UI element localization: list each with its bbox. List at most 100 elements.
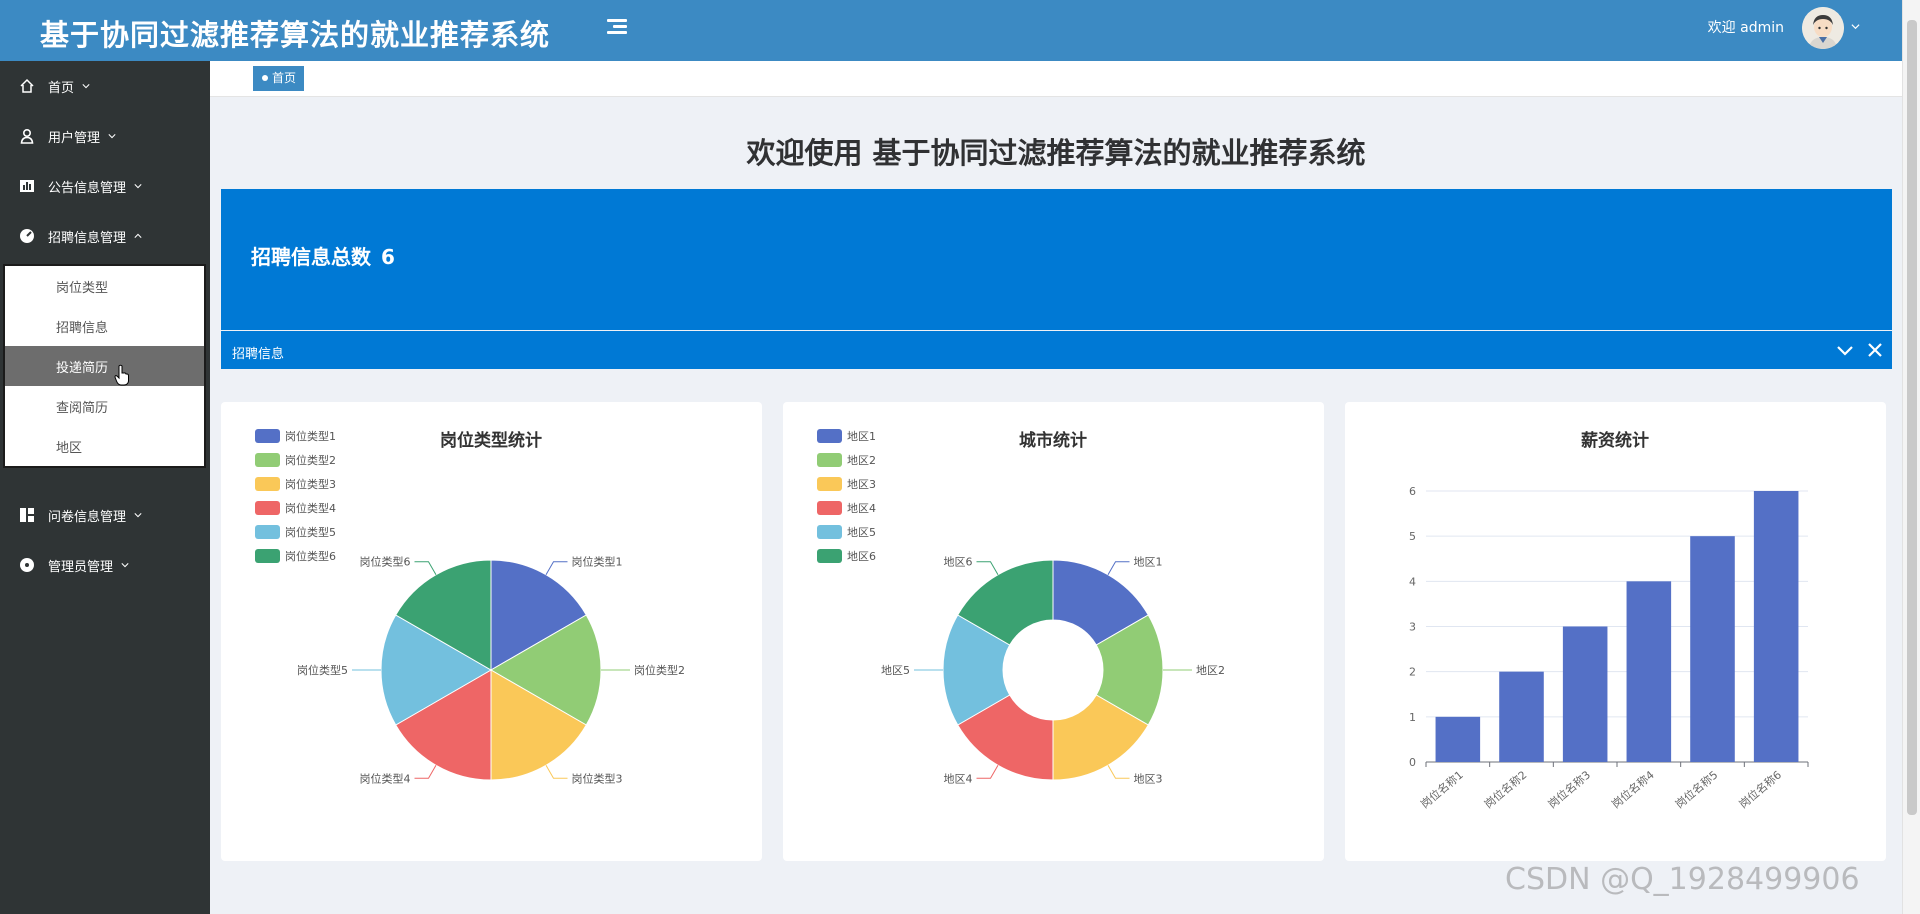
legend-swatch[interactable] bbox=[817, 549, 842, 563]
legend-item[interactable]: 地区5 bbox=[847, 526, 876, 539]
sidebar-item-home[interactable]: 首页 bbox=[0, 61, 210, 111]
sidebar-item-label: 问卷信息管理 bbox=[48, 509, 127, 525]
x-tick-label: 岗位名称3 bbox=[1545, 768, 1593, 812]
submenu-item-region[interactable]: 地区 bbox=[5, 426, 204, 466]
chevron-down-icon bbox=[108, 134, 116, 139]
pie-label: 地区2 bbox=[1196, 664, 1225, 677]
legend-item[interactable]: 地区1 bbox=[847, 430, 876, 443]
chart-card-job-type: 岗位类型统计 岗位类型1 岗位类型2 岗位类型3 岗位类型4 岗位类型5 岗位类型6 岗位类型… bbox=[221, 402, 762, 861]
pie-label-line bbox=[976, 765, 999, 779]
x-tick-label: 岗位名称2 bbox=[1481, 768, 1529, 812]
bar[interactable] bbox=[1753, 491, 1799, 762]
bar[interactable] bbox=[1690, 536, 1735, 762]
legend-item[interactable]: 岗位类型3 bbox=[285, 477, 336, 491]
user-menu-chevron-icon[interactable] bbox=[1851, 22, 1860, 31]
legend-swatch[interactable] bbox=[255, 429, 280, 443]
legend-swatch[interactable] bbox=[817, 453, 842, 467]
stat-footer: 招聘信息 bbox=[221, 331, 1892, 369]
chevron-up-icon bbox=[134, 233, 142, 238]
recruitment-submenu: 岗位类型 招聘信息 投递简历 查阅简历 地区 bbox=[3, 264, 206, 468]
chevron-down-icon bbox=[134, 184, 142, 189]
avatar[interactable] bbox=[1802, 7, 1844, 49]
dashboard-icon bbox=[18, 227, 36, 245]
legend-swatch[interactable] bbox=[255, 453, 280, 467]
sidebar: 首页 用户管理 公告信息管理 招聘信息管理 问卷信息管理 管理员管理 岗位类型 … bbox=[0, 61, 210, 914]
x-tick-label: 岗位名称4 bbox=[1609, 768, 1657, 812]
home-icon bbox=[18, 77, 36, 95]
legend-item[interactable]: 地区4 bbox=[847, 502, 876, 515]
top-header: 基于协同过滤推荐算法的就业推荐系统 欢迎 admin bbox=[0, 0, 1902, 61]
legend-swatch[interactable] bbox=[255, 501, 280, 515]
stat-text: 招聘信息总数 6 bbox=[251, 241, 395, 270]
legend-item[interactable]: 岗位类型2 bbox=[285, 453, 336, 467]
breadcrumb-label: 首页 bbox=[272, 71, 297, 85]
y-tick-label: 5 bbox=[1409, 530, 1416, 543]
chart-city: 城市统计地区1地区2地区3地区4地区5地区6 地区1地区2地区3地区4地区5地区6 bbox=[817, 429, 1225, 785]
sidebar-item-notice-management[interactable]: 公告信息管理 bbox=[0, 161, 210, 211]
vertical-scrollbar[interactable] bbox=[1902, 0, 1920, 914]
pie-label: 地区6 bbox=[944, 556, 973, 569]
legend-swatch[interactable] bbox=[817, 429, 842, 443]
y-tick-label: 4 bbox=[1409, 575, 1416, 588]
sidebar-item-user-management[interactable]: 用户管理 bbox=[0, 111, 210, 161]
close-icon[interactable] bbox=[1866, 341, 1884, 359]
circle-dot-icon bbox=[18, 556, 36, 574]
stat-card: 招聘信息总数 6 bbox=[221, 189, 1892, 330]
hand-cursor-icon bbox=[114, 364, 129, 386]
chevron-down-icon bbox=[82, 84, 90, 89]
y-tick-label: 6 bbox=[1409, 485, 1416, 498]
pie-label: 岗位类型4 bbox=[360, 771, 411, 785]
submenu-item-job-type[interactable]: 岗位类型 bbox=[5, 266, 204, 306]
legend-item[interactable]: 地区2 bbox=[847, 454, 876, 467]
sidebar-item-questionnaire-management[interactable]: 问卷信息管理 bbox=[0, 490, 210, 540]
legend-item[interactable]: 地区3 bbox=[847, 478, 876, 491]
legend-swatch[interactable] bbox=[255, 525, 280, 539]
pie-label: 岗位类型3 bbox=[572, 771, 623, 785]
menu-toggle-icon[interactable] bbox=[604, 16, 630, 42]
pie-label-line bbox=[976, 561, 999, 575]
x-tick-label: 岗位名称6 bbox=[1736, 768, 1784, 812]
pie-label: 岗位类型5 bbox=[297, 663, 348, 677]
legend-swatch[interactable] bbox=[817, 501, 842, 515]
sidebar-item-recruitment-management[interactable]: 招聘信息管理 bbox=[0, 211, 210, 261]
user-icon bbox=[18, 127, 36, 145]
chart-card-city: 城市统计 地区1 地区2 地区3 地区4 地区5 地区6 地区1 地区2 地区3 地区4 地区5 地区6 bbox=[783, 402, 1324, 861]
layout-icon bbox=[18, 506, 36, 524]
watermark: CSDN @Q_1928499906 bbox=[1505, 862, 1860, 897]
submenu-item-recruitment-info[interactable]: 招聘信息 bbox=[5, 306, 204, 346]
x-tick-label: 岗位名称5 bbox=[1672, 768, 1720, 812]
sidebar-item-admin-management[interactable]: 管理员管理 bbox=[0, 540, 210, 590]
bar[interactable] bbox=[1435, 716, 1481, 762]
collapse-chevron-icon[interactable] bbox=[1836, 343, 1854, 357]
legend-item[interactable]: 地区6 bbox=[847, 550, 876, 563]
pie-label: 地区5 bbox=[881, 664, 910, 677]
x-tick-label: 岗位名称1 bbox=[1418, 768, 1466, 812]
page-title: 欢迎使用 基于协同过滤推荐算法的就业推荐系统 bbox=[746, 136, 1366, 170]
legend-swatch[interactable] bbox=[817, 477, 842, 491]
pie-label-line bbox=[414, 561, 437, 575]
bar[interactable] bbox=[1499, 671, 1544, 762]
legend-item[interactable]: 岗位类型1 bbox=[285, 429, 336, 443]
scrollbar-thumb[interactable] bbox=[1907, 20, 1917, 815]
bar[interactable] bbox=[1562, 626, 1608, 763]
legend-item[interactable]: 岗位类型4 bbox=[285, 501, 336, 515]
y-tick-label: 3 bbox=[1409, 621, 1416, 634]
legend-swatch[interactable] bbox=[255, 477, 280, 491]
pie-label-line bbox=[545, 765, 568, 779]
legend-item[interactable]: 岗位类型6 bbox=[285, 549, 336, 563]
app-title: 基于协同过滤推荐算法的就业推荐系统 bbox=[40, 18, 551, 52]
submenu-item-submit-resume[interactable]: 投递简历 bbox=[5, 346, 204, 386]
legend-swatch[interactable] bbox=[255, 549, 280, 563]
pie-label: 地区4 bbox=[944, 772, 973, 785]
sidebar-item-label: 管理员管理 bbox=[48, 559, 114, 575]
sidebar-item-label: 用户管理 bbox=[48, 130, 101, 146]
legend-swatch[interactable] bbox=[817, 525, 842, 539]
bar[interactable] bbox=[1626, 581, 1672, 762]
legend-item[interactable]: 岗位类型5 bbox=[285, 525, 336, 539]
breadcrumb-home[interactable]: 首页 bbox=[253, 66, 305, 91]
pie-label: 岗位类型1 bbox=[572, 555, 623, 569]
chevron-down-icon bbox=[134, 513, 142, 518]
submenu-item-review-resume[interactable]: 查阅简历 bbox=[5, 386, 204, 426]
sidebar-item-label: 公告信息管理 bbox=[48, 180, 127, 196]
pie-label: 岗位类型2 bbox=[634, 663, 685, 677]
